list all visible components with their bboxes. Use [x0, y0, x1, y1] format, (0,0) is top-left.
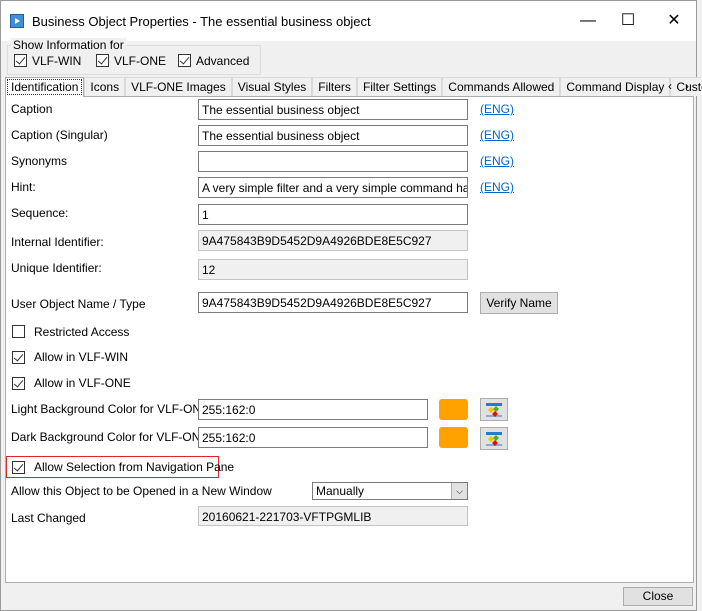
caption-input[interactable]: The essential business object: [198, 99, 468, 120]
color-picker-icon: [486, 432, 502, 446]
vlf-win-checkbox[interactable]: [14, 54, 27, 67]
allow-vlf-win-label: Allow in VLF-WIN: [34, 350, 129, 364]
vlf-one-label: VLF-ONE: [114, 54, 167, 68]
hint-input[interactable]: A very simple filter and a very simple c…: [198, 177, 468, 198]
vlf-win-label: VLF-WIN: [32, 54, 82, 68]
close-button[interactable]: Close: [623, 587, 693, 606]
tab-scroll-left[interactable]: ‹: [668, 79, 672, 93]
caption-singular-lang-link[interactable]: (ENG): [480, 128, 514, 142]
open-new-window-select[interactable]: Manually ⌵: [312, 482, 468, 500]
properties-window: Business Object Properties - The essenti…: [0, 0, 702, 611]
show-info-label: Show Information for: [11, 38, 126, 52]
caption-label: Caption: [11, 102, 53, 116]
tab-visual-styles[interactable]: Visual Styles: [231, 77, 313, 96]
tab-commands-allowed[interactable]: Commands Allowed: [442, 77, 561, 96]
user-object-input[interactable]: 9A475843B9D5452D9A4926BDE8E5C927: [198, 292, 468, 313]
app-icon: [10, 14, 24, 28]
unique-id-field: 12: [198, 259, 468, 280]
tab-identification[interactable]: Identification: [5, 77, 85, 97]
window-title: Business Object Properties - The essenti…: [32, 14, 371, 29]
close-window-button[interactable]: ✕: [659, 9, 689, 33]
allow-vlf-one-checkbox[interactable]: [12, 377, 25, 390]
tab-strip: Identification Icons VLF-ONE Images Visu…: [5, 77, 702, 97]
hint-lang-link[interactable]: (ENG): [480, 180, 514, 194]
synonyms-label: Synonyms: [11, 154, 68, 168]
synonyms-input[interactable]: [198, 151, 468, 172]
open-new-window-value: Manually: [316, 484, 365, 498]
unique-id-label: Unique Identifier:: [11, 261, 102, 275]
tab-icons[interactable]: Icons: [84, 77, 126, 96]
dark-bg-input[interactable]: 255:162:0: [198, 427, 428, 448]
dark-bg-label: Dark Background Color for VLF-ONE: [11, 430, 209, 444]
tab-filters[interactable]: Filters: [312, 77, 357, 96]
allow-vlf-one-label: Allow in VLF-ONE: [34, 376, 131, 390]
advanced-label: Advanced: [196, 54, 250, 68]
sequence-label: Sequence:: [11, 206, 69, 220]
open-new-window-label: Allow this Object to be Opened in a New …: [11, 484, 272, 498]
tab-vlf-one-images[interactable]: VLF-ONE Images: [125, 77, 232, 96]
light-bg-swatch[interactable]: [439, 399, 468, 420]
color-picker-icon: [486, 403, 502, 417]
internal-id-label: Internal Identifier:: [11, 235, 104, 249]
sequence-input[interactable]: 1: [198, 204, 468, 225]
dark-bg-color-picker-button[interactable]: [480, 427, 508, 450]
maximize-button[interactable]: ☐: [613, 9, 643, 33]
internal-id-field: 9A475843B9D5452D9A4926BDE8E5C927: [198, 230, 468, 251]
tab-scroll-right[interactable]: ›: [685, 79, 689, 93]
tab-command-display[interactable]: Command Display: [560, 77, 671, 96]
synonyms-lang-link[interactable]: (ENG): [480, 154, 514, 168]
allow-selection-checkbox[interactable]: [12, 461, 25, 474]
light-bg-color-picker-button[interactable]: [480, 398, 508, 421]
advanced-checkbox[interactable]: [178, 54, 191, 67]
last-changed-field: 20160621-221703-VFTPGMLIB: [198, 506, 468, 526]
light-bg-input[interactable]: 255:162:0: [198, 399, 428, 420]
caption-lang-link[interactable]: (ENG): [480, 102, 514, 116]
light-bg-label: Light Background Color for VLF-ONE: [11, 402, 210, 416]
allow-selection-label: Allow Selection from Navigation Pane: [34, 460, 235, 474]
dark-bg-swatch[interactable]: [439, 427, 468, 448]
caption-singular-input[interactable]: The essential business object: [198, 125, 468, 146]
minimize-button[interactable]: —: [573, 9, 603, 33]
user-object-label: User Object Name / Type: [11, 297, 146, 311]
caption-singular-label: Caption (Singular): [11, 128, 108, 142]
title-bar: Business Object Properties - The essenti…: [1, 1, 696, 41]
last-changed-label: Last Changed: [11, 511, 86, 525]
allow-vlf-win-checkbox[interactable]: [12, 351, 25, 364]
restricted-access-checkbox[interactable]: [12, 325, 25, 338]
vlf-one-checkbox[interactable]: [96, 54, 109, 67]
hint-label: Hint:: [11, 180, 36, 194]
tab-filter-settings[interactable]: Filter Settings: [356, 77, 443, 96]
chevron-down-icon[interactable]: ⌵: [451, 483, 467, 499]
verify-name-button[interactable]: Verify Name: [480, 292, 558, 314]
restricted-access-label: Restricted Access: [34, 325, 130, 339]
